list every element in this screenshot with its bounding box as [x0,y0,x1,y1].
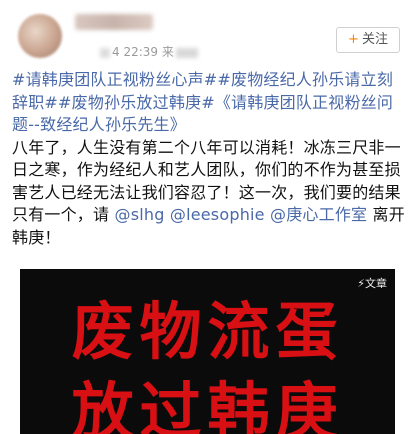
post-header: 4 22:39 来 + 关注 [0,0,415,66]
post-image[interactable]: ⚡文章 废物流蛋 放过韩庚 [20,269,395,434]
mention-leesophie[interactable]: @leesophie [170,205,265,224]
image-text-line-1: 废物流蛋 [71,295,344,368]
post-source-prefix: 来 [161,45,174,59]
image-text-line-2: 放过韩庚 [71,375,344,434]
post-meta: 4 22:39 来 [100,43,198,60]
hashtag-3[interactable]: #废物孙乐放过韩庚# [58,93,215,112]
username-blurred[interactable] [75,14,153,30]
hashtag-1[interactable]: #请韩庚团队正视粉丝心声# [12,70,217,89]
post-text: #请韩庚团队正视粉丝心声##废物经纪人孙乐请立刻辞职##废物孙乐放过韩庚#《请韩… [12,69,406,249]
avatar[interactable] [18,14,62,58]
follow-label: 关注 [361,32,388,47]
plus-icon: + [348,32,359,47]
follow-button[interactable]: + 关注 [336,27,400,53]
meta-blur [100,47,110,58]
mention-slhg[interactable]: @slhg [115,205,165,224]
mention-studio[interactable]: @庚心工作室 [270,205,367,224]
source-blur [175,47,198,58]
post-time: 4 22:39 [112,45,159,59]
